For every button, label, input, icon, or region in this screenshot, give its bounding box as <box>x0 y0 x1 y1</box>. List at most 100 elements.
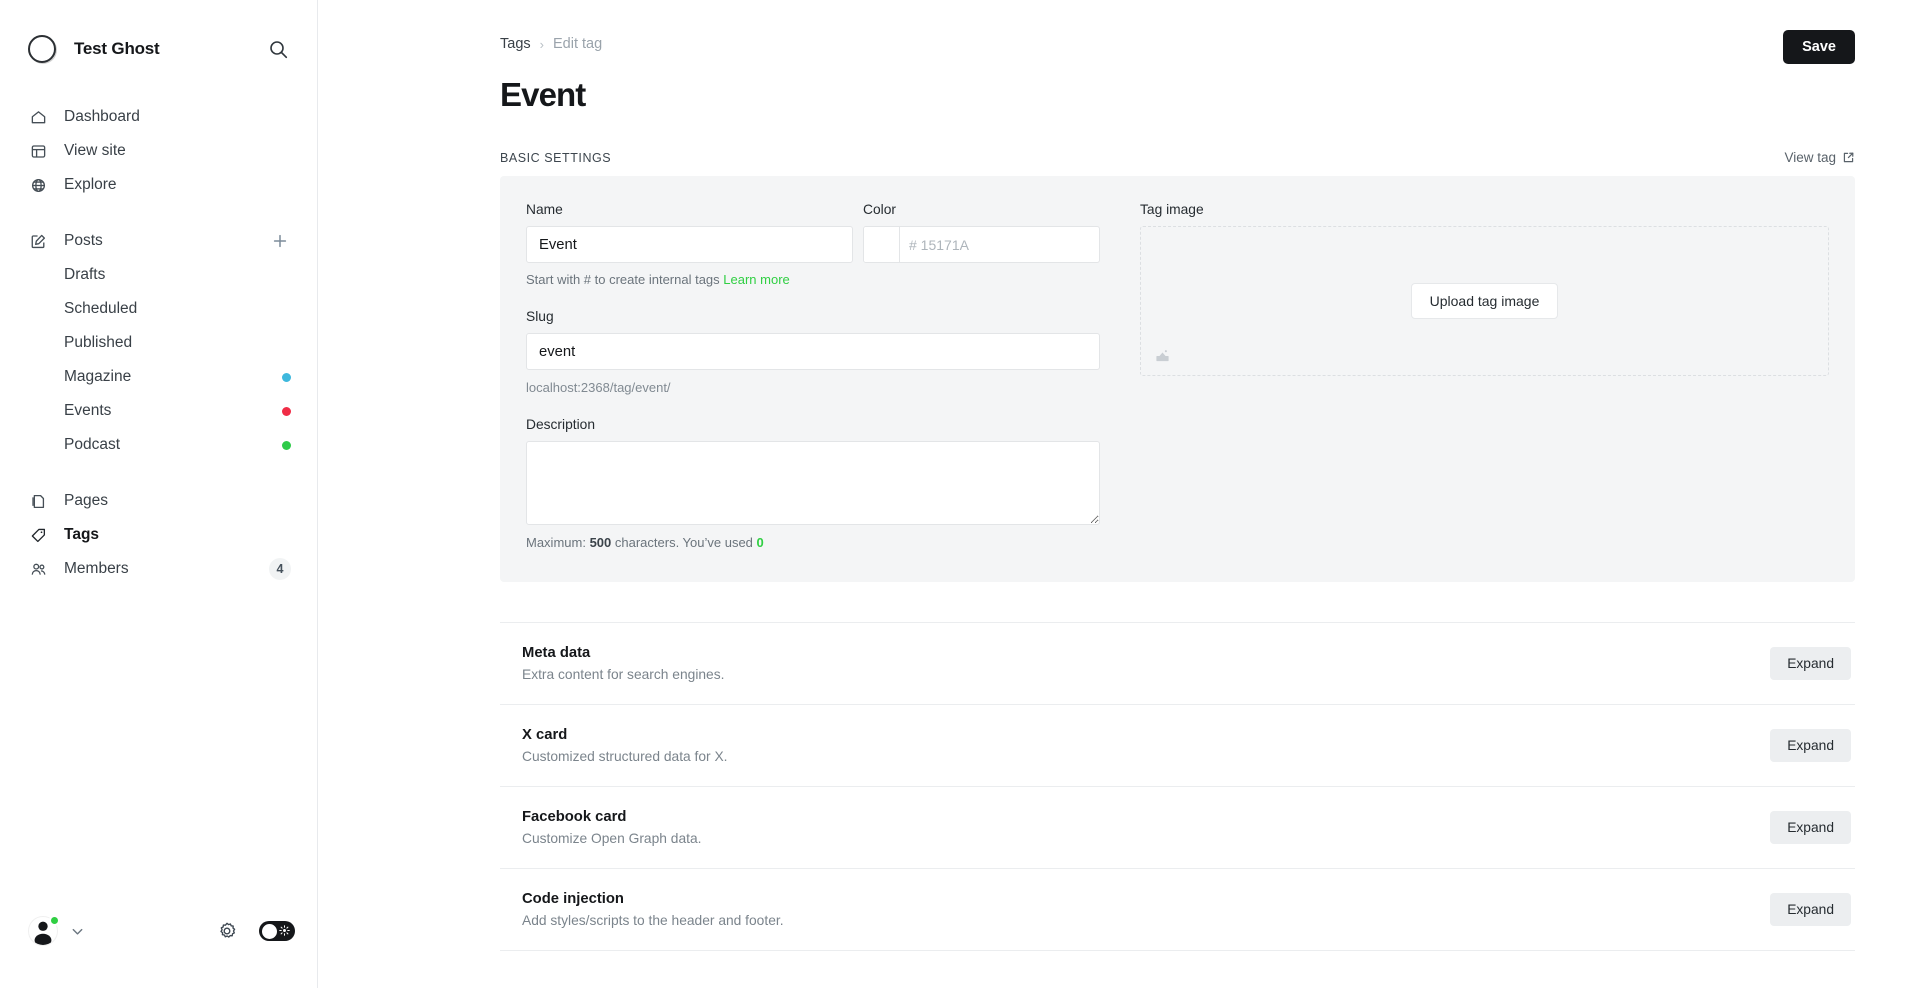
external-link-icon <box>1842 151 1855 164</box>
sidebar-item-podcast[interactable]: Podcast <box>0 428 317 462</box>
site-name: Test Ghost <box>74 39 160 58</box>
name-input[interactable] <box>526 226 853 263</box>
color-hex-input[interactable] <box>900 227 1099 262</box>
sidebar-item-label: Tags <box>64 526 100 543</box>
learn-more-link[interactable]: Learn more <box>723 272 789 287</box>
sidebar-item-dot <box>282 372 291 382</box>
sidebar-item-label: Published <box>64 334 133 351</box>
globe-icon <box>28 175 48 195</box>
sun-icon <box>278 924 291 937</box>
breadcrumb: Tags › Edit tag <box>500 36 602 52</box>
status-dot <box>282 372 291 382</box>
tag-image-label: Tag image <box>1140 202 1204 217</box>
sidebar-item-drafts[interactable]: Drafts <box>0 258 317 292</box>
section-title: Facebook card <box>522 809 627 825</box>
section-text: Facebook card Customize Open Graph data. <box>522 809 1770 846</box>
sidebar: Test Ghost Dashboard View site Explore P… <box>0 0 318 988</box>
sidebar-item-posts[interactable]: Posts <box>0 224 317 258</box>
chevron-down-icon[interactable] <box>70 924 85 939</box>
section-title: Code injection <box>522 891 624 907</box>
sidebar-item-members[interactable]: Members 4 <box>0 552 317 586</box>
sidebar-item-published[interactable]: Published <box>0 326 317 360</box>
nav-group-main: Dashboard View site Explore <box>0 100 317 202</box>
section-text: X card Customized structured data for X. <box>522 727 1770 764</box>
section-text: Meta data Extra content for search engin… <box>522 645 1770 682</box>
section-subtitle: Customize Open Graph data. <box>522 831 702 846</box>
description-textarea[interactable] <box>526 441 1100 525</box>
sidebar-item-events[interactable]: Events <box>0 394 317 428</box>
section-title: X card <box>522 727 568 743</box>
breadcrumb-current: Edit tag <box>552 36 603 52</box>
color-field-group: Color <box>863 202 1100 263</box>
new-post-plus-icon[interactable] <box>269 230 291 252</box>
sidebar-item-label: View site <box>64 142 126 159</box>
upload-tag-image-button[interactable]: Upload tag image <box>1410 283 1559 319</box>
sidebar-item-label: Dashboard <box>64 108 140 125</box>
slug-url-hint: localhost:2368/tag/event/ <box>526 380 671 395</box>
view-tag-link[interactable]: View tag <box>1784 150 1855 165</box>
view-tag-label: View tag <box>1784 150 1836 165</box>
sidebar-item-label: Drafts <box>64 266 106 283</box>
avatar[interactable] <box>28 915 60 946</box>
sidebar-item-label: Posts <box>64 232 103 249</box>
sidebar-item-label: Magazine <box>64 368 132 385</box>
counter-max: 500 <box>589 535 612 550</box>
name-help-text: Start with # to create internal tags Lea… <box>526 272 1100 287</box>
tag-icon <box>28 525 48 545</box>
slug-label: Slug <box>526 309 554 324</box>
sidebar-item-tags[interactable]: Tags <box>0 518 317 552</box>
expand-button-x-card[interactable]: Expand <box>1770 729 1851 762</box>
basic-settings-header: BASIC SETTINGS View tag <box>318 114 1917 165</box>
expand-button-facebook-card[interactable]: Expand <box>1770 811 1851 844</box>
members-count-wrap: 4 <box>269 558 291 580</box>
search-icon[interactable] <box>265 36 291 62</box>
name-color-row: Name Color <box>526 202 1100 263</box>
save-button[interactable]: Save <box>1783 30 1855 64</box>
status-dot <box>282 406 291 416</box>
sidebar-item-label: Podcast <box>64 436 121 453</box>
expandable-sections: Meta data Extra content for search engin… <box>500 622 1855 951</box>
sidebar-footer <box>0 896 317 988</box>
sidebar-item-label: Explore <box>64 176 117 193</box>
online-status-dot <box>49 915 60 926</box>
counter-prefix: Maximum: <box>526 535 590 550</box>
sidebar-item-magazine[interactable]: Magazine <box>0 360 317 394</box>
slug-field-group: Slug localhost:2368/tag/event/ <box>526 309 1100 395</box>
description-field-group: Description Maximum: 500 characters. You… <box>526 417 1100 550</box>
counter-mid: characters. You’ve used <box>611 535 757 550</box>
basic-settings-card: Name Color Start with # to create <box>500 176 1855 582</box>
color-input-wrap <box>863 226 1100 263</box>
sidebar-item-dot <box>282 440 291 450</box>
section-subtitle: Add styles/scripts to the header and foo… <box>522 913 784 928</box>
pages-icon <box>28 491 48 511</box>
sidebar-item-dashboard[interactable]: Dashboard <box>0 100 317 134</box>
gear-icon[interactable] <box>217 921 237 941</box>
section-row-facebook-card: Facebook card Customize Open Graph data.… <box>500 787 1855 869</box>
main-content: Tags › Edit tag Save Event BASIC SETTING… <box>318 0 1917 988</box>
sidebar-nav: Dashboard View site Explore Posts Drafts… <box>0 72 317 896</box>
name-label: Name <box>526 202 563 217</box>
members-count-badge: 4 <box>269 558 291 580</box>
sidebar-item-scheduled[interactable]: Scheduled <box>0 292 317 326</box>
page-title: Event <box>500 76 586 113</box>
name-help-prefix: Start with # to create internal tags <box>526 272 724 287</box>
section-row-x-card: X card Customized structured data for X.… <box>500 705 1855 787</box>
breadcrumb-tags[interactable]: Tags <box>500 36 531 52</box>
color-swatch[interactable] <box>864 227 900 262</box>
sidebar-item-pages[interactable]: Pages <box>0 484 317 518</box>
slug-input[interactable] <box>526 333 1100 370</box>
status-dot <box>282 440 291 450</box>
expand-button-code-injection[interactable]: Expand <box>1770 893 1851 926</box>
counter-used: 0 <box>756 535 764 550</box>
expand-button-meta-data[interactable]: Expand <box>1770 647 1851 680</box>
dark-mode-toggle[interactable] <box>259 921 295 941</box>
site-logo-icon[interactable] <box>28 35 56 63</box>
sidebar-footer-actions <box>217 921 295 941</box>
app-root: Test Ghost Dashboard View site Explore P… <box>0 0 1917 988</box>
tag-image-dropzone[interactable]: Upload tag image <box>1140 226 1829 376</box>
description-label: Description <box>526 417 596 432</box>
sidebar-item-view-site[interactable]: View site <box>0 134 317 168</box>
color-label: Color <box>863 202 896 217</box>
toggle-knob <box>262 923 277 939</box>
sidebar-item-explore[interactable]: Explore <box>0 168 317 202</box>
